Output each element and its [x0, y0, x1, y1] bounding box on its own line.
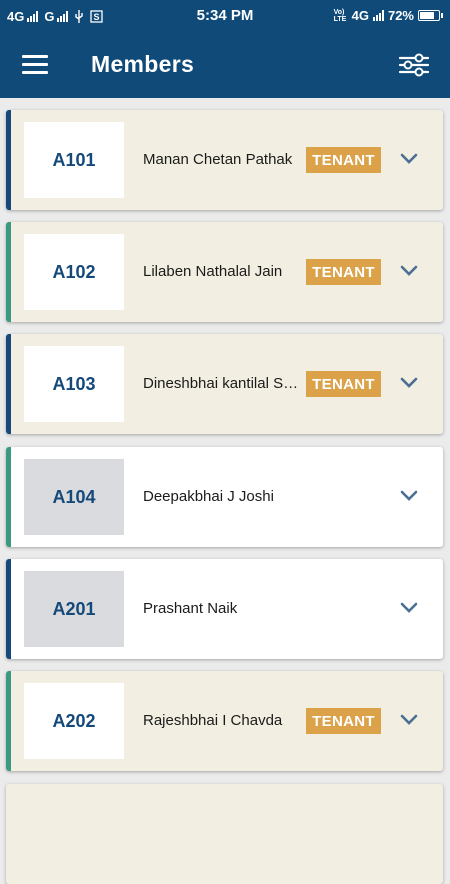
member-name: Rajeshbhai I Chavda [143, 712, 283, 729]
member-name: Dineshbhai kantilal Shah [143, 375, 305, 392]
member-card[interactable]: A102 Lilaben Nathalal Jain TENANT [6, 222, 443, 322]
card-accent-bar [6, 559, 11, 659]
tenant-badge: TENANT [306, 259, 381, 285]
unit-number: A103 [24, 346, 124, 422]
member-card-partial[interactable] [6, 784, 443, 884]
card-accent-bar [6, 110, 11, 210]
member-card[interactable]: A104 Deepakbhai J Joshi [6, 447, 443, 547]
network-type-3: 4G [351, 8, 369, 23]
unit-number: A201 [24, 571, 124, 647]
chevron-down-icon[interactable] [399, 264, 419, 278]
chevron-down-icon[interactable] [399, 489, 419, 503]
volte-indicator: Vo) LTE [333, 8, 347, 23]
member-name: Deepakbhai J Joshi [143, 488, 274, 505]
card-accent-bar [6, 447, 11, 547]
battery-percent: 72% [387, 8, 414, 23]
tenant-badge: TENANT [306, 371, 381, 397]
card-accent-bar [6, 671, 11, 771]
battery-icon [418, 10, 443, 21]
member-card[interactable]: A202 Rajeshbhai I Chavda TENANT [6, 671, 443, 771]
signal-strength-3-icon [372, 10, 384, 21]
member-name: Prashant Naik [143, 600, 238, 617]
tenant-badge: TENANT [306, 708, 381, 734]
page-title: Members [91, 51, 195, 77]
member-card[interactable]: A103 Dineshbhai kantilal Shah TENANT [6, 334, 443, 434]
member-card[interactable]: A201 Prashant Naik [6, 559, 443, 659]
unit-number: A101 [24, 122, 124, 198]
member-name: Lilaben Nathalal Jain [143, 263, 283, 280]
chevron-down-icon[interactable] [399, 376, 419, 390]
unit-number: A202 [24, 683, 124, 759]
card-accent-bar [6, 222, 11, 322]
unit-number: A104 [24, 459, 124, 535]
card-accent-bar [6, 334, 11, 434]
chevron-down-icon[interactable] [399, 601, 419, 615]
chevron-down-icon[interactable] [399, 152, 419, 166]
chevron-down-icon[interactable] [399, 713, 419, 727]
status-bar: 4G G S 5:34 PM Vo) LTE 4G 72% [0, 0, 450, 32]
status-right-group: Vo) LTE 4G 72% [333, 8, 443, 23]
app-bar: Members [0, 32, 450, 98]
member-name: Manan Chetan Pathak [143, 151, 293, 168]
member-card[interactable]: A101 Manan Chetan Pathak TENANT [6, 110, 443, 210]
tenant-badge: TENANT [306, 147, 381, 173]
unit-number: A102 [24, 234, 124, 310]
sliders-filter-icon[interactable] [398, 52, 430, 78]
hamburger-menu-icon[interactable] [22, 55, 48, 75]
